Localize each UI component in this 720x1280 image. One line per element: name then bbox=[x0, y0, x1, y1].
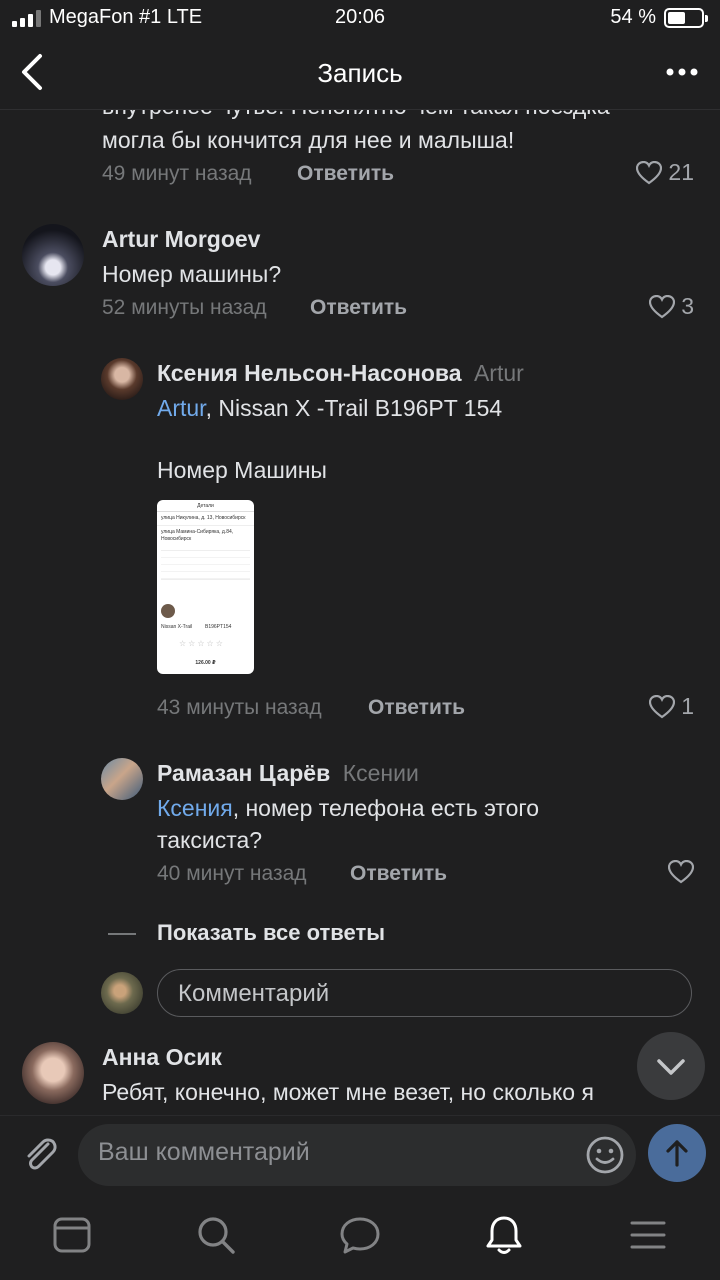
nav-bar: Запись bbox=[0, 36, 720, 110]
comment-text: могла бы кончится для нее и малыша! bbox=[102, 127, 515, 153]
avatar[interactable] bbox=[22, 224, 84, 286]
avatar[interactable] bbox=[101, 758, 143, 800]
comment-input-bar bbox=[0, 1115, 720, 1195]
smile-icon bbox=[586, 1136, 624, 1174]
mention-link[interactable]: Artur bbox=[157, 395, 206, 421]
thumb-header: Детали bbox=[157, 500, 254, 512]
page-title: Запись bbox=[317, 58, 403, 88]
more-button[interactable] bbox=[662, 52, 702, 92]
thumb-details bbox=[161, 550, 250, 580]
heart-icon bbox=[636, 160, 663, 184]
bell-icon bbox=[486, 1216, 522, 1254]
news-icon bbox=[53, 1217, 91, 1253]
avatar[interactable] bbox=[101, 358, 143, 400]
reply-to[interactable]: Artur bbox=[474, 360, 524, 386]
reply-button[interactable]: Ответить bbox=[297, 162, 394, 186]
avatar[interactable] bbox=[22, 1042, 84, 1104]
mention-link[interactable]: Ксения bbox=[157, 795, 233, 821]
status-bar: MegaFon #1 LTE 20:06 54 % bbox=[0, 0, 720, 36]
chat-bubble-icon bbox=[340, 1217, 380, 1254]
like-count: 1 bbox=[681, 693, 694, 719]
battery-icon bbox=[664, 7, 708, 28]
scroll-down-button[interactable] bbox=[637, 1032, 705, 1100]
menu-icon bbox=[630, 1221, 666, 1249]
divider bbox=[108, 933, 136, 935]
comment-author[interactable]: Рамазан Царёв bbox=[157, 760, 330, 786]
like-count: 21 bbox=[668, 159, 694, 185]
comment-text: Ребят, конечно, может мне везет, но скол… bbox=[102, 1079, 594, 1105]
comment-time: 49 минут назад bbox=[102, 162, 252, 185]
comment-text: внутренее чутье. Непонятно чем такая пое… bbox=[102, 110, 610, 122]
thumb-car: Nissan X-Trail bbox=[161, 624, 193, 630]
tab-notifications[interactable] bbox=[482, 1213, 526, 1257]
tab-messages[interactable] bbox=[338, 1213, 382, 1257]
like-button[interactable] bbox=[668, 860, 694, 884]
comment-text: Номер машины? bbox=[102, 261, 282, 287]
thumb-price: 126.00 ₽ bbox=[195, 660, 216, 666]
comment-text: Ксения, номер телефона есть этого bbox=[157, 795, 540, 821]
tab-search[interactable] bbox=[194, 1213, 238, 1257]
send-button[interactable] bbox=[648, 1124, 706, 1182]
battery-percent: 54 % bbox=[610, 6, 656, 28]
reply-button[interactable]: Ответить bbox=[350, 862, 447, 886]
emoji-button[interactable] bbox=[584, 1134, 626, 1176]
tab-menu[interactable] bbox=[626, 1213, 670, 1257]
show-all-replies-button[interactable]: Показать все ответы bbox=[157, 920, 385, 946]
thumb-address: улица Никулина, д. 13, Новосибирск bbox=[161, 515, 246, 521]
comment-time: 52 минуты назад bbox=[102, 296, 267, 319]
comment-time: 43 минуты назад bbox=[157, 696, 322, 719]
like-button[interactable]: 1 bbox=[649, 693, 694, 720]
like-button[interactable]: 3 bbox=[649, 293, 694, 320]
like-count: 3 bbox=[681, 293, 694, 319]
comments-feed[interactable]: внутренее чутье. Непонятно чем такая пое… bbox=[0, 110, 720, 1115]
comment-field[interactable] bbox=[78, 1124, 636, 1186]
paperclip-icon bbox=[27, 1138, 57, 1170]
more-icon bbox=[666, 68, 698, 76]
comment-author[interactable]: Ксения Нельсон-Насонова bbox=[157, 360, 462, 386]
comment-text: Номер Машины bbox=[157, 457, 327, 483]
comment-text: Artur, Nissan X -Trail B196PT 154 bbox=[157, 395, 503, 421]
comment-input[interactable] bbox=[98, 1138, 578, 1167]
chevron-down-icon bbox=[657, 1059, 685, 1075]
heart-icon bbox=[649, 694, 676, 718]
reply-to[interactable]: Ксении bbox=[343, 760, 419, 786]
comment-text: таксиста? bbox=[157, 827, 263, 853]
comment-author[interactable]: Artur Morgoev bbox=[102, 226, 260, 253]
attached-image[interactable]: Детали улица Никулина, д. 13, Новосибирс… bbox=[157, 500, 254, 674]
arrow-up-icon bbox=[666, 1140, 688, 1167]
my-avatar bbox=[101, 972, 143, 1014]
heart-icon bbox=[649, 294, 676, 318]
thumb-stars: ☆☆☆☆☆ bbox=[179, 639, 225, 648]
reply-input-box[interactable] bbox=[157, 969, 692, 1017]
heart-icon bbox=[668, 860, 694, 884]
comment-time: 40 минут назад bbox=[157, 862, 307, 885]
comment-author[interactable]: Анна Осик bbox=[102, 1044, 222, 1071]
tab-news[interactable] bbox=[50, 1213, 94, 1257]
tab-bar bbox=[0, 1195, 720, 1280]
thumb-address: улица Мамина-Сибиряка, д.84, Новосибирск bbox=[157, 525, 254, 546]
attach-button[interactable] bbox=[18, 1132, 62, 1176]
thumb-plate: B196PT154 bbox=[205, 624, 232, 630]
thumb-driver-avatar bbox=[161, 604, 175, 618]
search-icon bbox=[198, 1217, 235, 1254]
like-button[interactable]: 21 bbox=[636, 159, 694, 186]
reply-input[interactable] bbox=[178, 980, 658, 1008]
reply-button[interactable]: Ответить bbox=[368, 696, 465, 720]
reply-button[interactable]: Ответить bbox=[310, 296, 407, 320]
